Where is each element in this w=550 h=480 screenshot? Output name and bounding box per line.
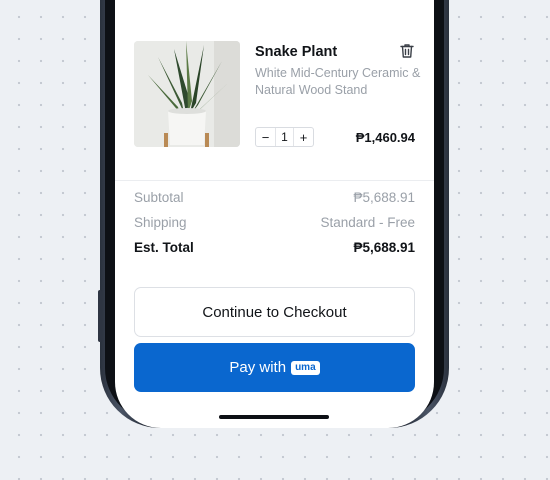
shipping-value: Standard - Free xyxy=(320,215,415,230)
subtotal-label: Subtotal xyxy=(134,190,184,205)
trash-icon[interactable] xyxy=(398,42,416,60)
divider xyxy=(115,180,434,181)
total-row: Est. Total ₱5,688.91 xyxy=(134,240,415,255)
shipping-label: Shipping xyxy=(134,215,187,230)
decrement-button[interactable]: − xyxy=(256,128,275,146)
increment-button[interactable]: + xyxy=(294,128,313,146)
product-image xyxy=(134,41,240,147)
phone-side-button xyxy=(98,290,102,342)
shipping-row: Shipping Standard - Free xyxy=(134,215,415,230)
product-description: White Mid-Century Ceramic & Natural Wood… xyxy=(255,66,421,97)
cart-item: Snake Plant White Mid-Century Ceramic & … xyxy=(115,0,434,147)
quantity-stepper: − 1 + xyxy=(255,127,314,147)
quantity-value: 1 xyxy=(275,128,294,146)
subtotal-row: Subtotal ₱5,688.91 xyxy=(134,190,415,205)
total-value: ₱5,688.91 xyxy=(353,240,415,255)
home-indicator xyxy=(219,415,329,419)
checkout-label: Continue to Checkout xyxy=(202,303,347,321)
total-label: Est. Total xyxy=(134,240,194,255)
subtotal-value: ₱5,688.91 xyxy=(353,190,415,205)
pay-label: Pay with xyxy=(229,359,287,376)
phone-screen: Snake Plant White Mid-Century Ceramic & … xyxy=(115,0,434,428)
item-price: ₱1,460.94 xyxy=(355,130,415,145)
continue-to-checkout-button[interactable]: Continue to Checkout xyxy=(134,287,415,337)
uma-logo: uma xyxy=(291,360,320,375)
product-name: Snake Plant xyxy=(255,44,338,60)
pay-with-uma-button[interactable]: Pay with uma xyxy=(134,343,415,392)
